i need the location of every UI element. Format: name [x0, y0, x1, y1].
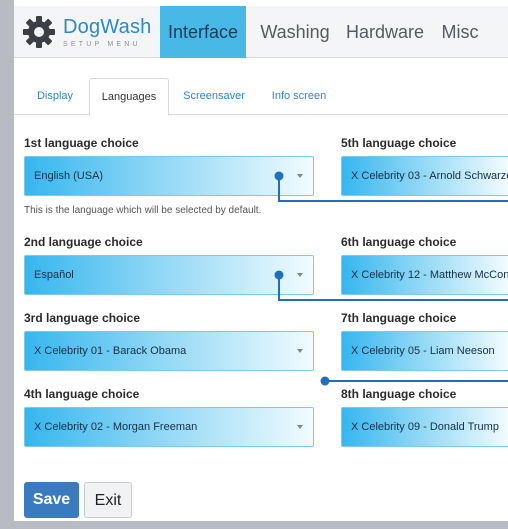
chevron-down-icon — [297, 425, 303, 429]
helper-language-1: This is the language which will be selec… — [24, 205, 262, 216]
select-language-8[interactable]: X Celebrity 09 - Donald Trump — [341, 407, 508, 447]
select-language-5-value: X Celebrity 03 - Arnold Schwarzenegger — [351, 170, 508, 182]
gear-icon — [23, 16, 55, 48]
tab-interface[interactable]: Interface — [160, 6, 246, 58]
chevron-down-icon — [297, 273, 303, 277]
brand-subtitle: SETUP MENU — [63, 40, 141, 48]
brand-title: DogWash — [63, 15, 152, 38]
left-border — [0, 0, 14, 529]
setup-window: DogWash SETUP MENU Interface Washing Har… — [0, 0, 508, 529]
select-language-1-value: English (USA) — [34, 170, 104, 182]
chevron-down-icon — [297, 349, 303, 353]
select-language-7-value: X Celebrity 05 - Liam Neeson — [351, 345, 495, 357]
chevron-down-icon — [297, 174, 303, 178]
label-language-4: 4th language choice — [24, 387, 140, 401]
label-language-6: 6th language choice — [341, 235, 457, 249]
select-language-2-value: Español — [34, 269, 74, 281]
select-language-2[interactable]: Español — [24, 255, 314, 295]
select-language-5[interactable]: X Celebrity 03 - Arnold Schwarzenegger — [341, 156, 508, 196]
bottom-border — [0, 521, 508, 529]
select-language-1[interactable]: English (USA) — [24, 156, 314, 196]
subtab-display[interactable]: Display — [22, 78, 88, 115]
select-language-6[interactable]: X Celebrity 12 - Matthew McConaughey — [341, 255, 508, 295]
select-language-7[interactable]: X Celebrity 05 - Liam Neeson — [341, 331, 508, 371]
select-language-8-value: X Celebrity 09 - Donald Trump — [351, 421, 499, 433]
label-language-3: 3rd language choice — [24, 311, 141, 325]
brand[interactable]: DogWash SETUP MENU — [14, 6, 160, 58]
tab-misc[interactable]: Misc — [430, 6, 490, 58]
label-language-1: 1st language choice — [24, 136, 139, 150]
label-language-2: 2nd language choice — [24, 235, 143, 249]
label-language-8: 8th language choice — [341, 387, 457, 401]
subtab-languages[interactable]: Languages — [89, 78, 169, 116]
subtab-screensaver[interactable]: Screensaver — [174, 78, 254, 115]
select-language-3[interactable]: X Celebrity 01 - Barack Obama — [24, 331, 314, 371]
language-subtabs: Display Languages Screensaver Info scree… — [14, 78, 508, 116]
label-language-5: 5th language choice — [341, 136, 457, 150]
tab-hardware[interactable]: Hardware — [340, 6, 430, 58]
select-language-4-value: X Celebrity 02 - Morgan Freeman — [34, 421, 198, 433]
connector-dot-3 — [320, 376, 330, 386]
select-language-6-value: X Celebrity 12 - Matthew McConaughey — [351, 269, 508, 281]
select-language-3-value: X Celebrity 01 - Barack Obama — [34, 345, 187, 357]
subtab-info-screen[interactable]: Info screen — [264, 78, 334, 115]
top-navigation: DogWash SETUP MENU Interface Washing Har… — [14, 6, 508, 58]
tab-washing[interactable]: Washing — [250, 6, 340, 58]
exit-button[interactable]: Exit — [84, 482, 132, 518]
label-language-7: 7th language choice — [341, 311, 457, 325]
select-language-4[interactable]: X Celebrity 02 - Morgan Freeman — [24, 407, 314, 447]
save-button[interactable]: Save — [24, 482, 79, 518]
